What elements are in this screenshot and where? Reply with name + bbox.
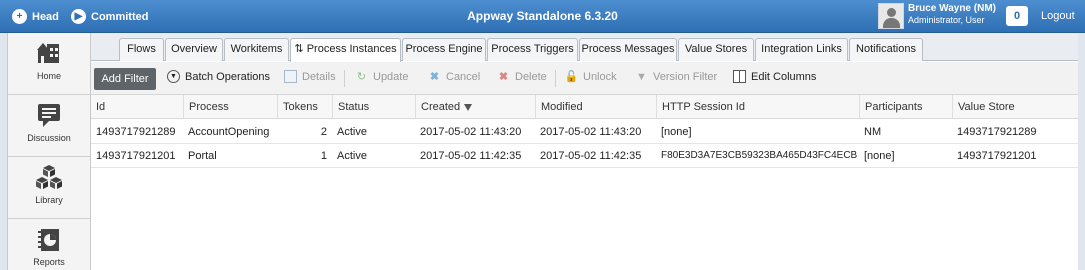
- user-role: Administrator, User: [908, 15, 985, 25]
- column-header-status[interactable]: Status: [332, 95, 415, 119]
- right-edge: [1078, 33, 1085, 270]
- table-row[interactable]: 1493717921289 AccountOpening 2 Active 20…: [91, 120, 1078, 144]
- update-button[interactable]: ↻ Update: [355, 70, 409, 84]
- delete-icon: ✖: [498, 71, 509, 83]
- cell-created: 2017-05-02 11:43:20: [420, 126, 522, 138]
- cell-http-session-id: [none]: [661, 126, 692, 138]
- cell-participants: NM: [864, 126, 882, 138]
- cell-process: Portal: [188, 150, 217, 162]
- add-filter-button[interactable]: Add Filter: [94, 68, 156, 90]
- user-name: Bruce Wayne (NM): [908, 3, 996, 14]
- tab-process-messages[interactable]: Process Messages: [579, 38, 677, 61]
- column-header-created[interactable]: Created: [415, 95, 535, 119]
- home-icon: [37, 43, 59, 63]
- filter-icon: ▼: [636, 70, 647, 83]
- avatar[interactable]: [878, 3, 904, 29]
- head-button[interactable]: + Head: [12, 9, 59, 24]
- tab-process-engine[interactable]: Process Engine: [402, 38, 486, 61]
- table-header: Id Process Tokens Status Created Modifie…: [91, 95, 1078, 119]
- logout-link[interactable]: Logout: [1041, 10, 1075, 22]
- cell-participants: [none]: [864, 150, 895, 162]
- tab-workitems[interactable]: Workitems: [224, 38, 289, 61]
- delete-button[interactable]: ✖ Delete: [497, 70, 547, 84]
- tab-overview[interactable]: Overview: [165, 38, 223, 61]
- sort-desc-icon: [464, 103, 473, 111]
- column-header-participants[interactable]: Participants: [859, 95, 952, 119]
- committed-label: Committed: [91, 10, 149, 23]
- left-edge: [0, 33, 7, 270]
- columns-icon: [733, 70, 746, 83]
- sidebar-item-label: Discussion: [27, 133, 71, 143]
- version-filter-button[interactable]: ▼ Version Filter: [635, 70, 717, 83]
- cancel-button[interactable]: ✖ Cancel: [428, 70, 480, 84]
- tab-bar: Flows Overview Workitems ⇅ Process Insta…: [91, 33, 1078, 62]
- cell-modified: 2017-05-02 11:42:35: [540, 150, 642, 162]
- cell-created: 2017-05-02 11:42:35: [420, 150, 522, 162]
- sidebar-item-label: Library: [35, 195, 63, 205]
- cell-status: Active: [337, 126, 367, 138]
- sidebar-item-reports[interactable]: Reports: [8, 219, 90, 270]
- discussion-icon: [38, 104, 60, 127]
- reports-icon: [38, 229, 59, 251]
- sidebar-item-home[interactable]: Home: [8, 33, 90, 95]
- tab-notifications[interactable]: Notifications: [849, 38, 923, 61]
- batch-operations-button[interactable]: ▼ Batch Operations: [167, 70, 270, 83]
- cell-value-store: 1493717921201: [957, 150, 1037, 162]
- cell-id: 1493717921289: [96, 126, 176, 138]
- sidebar-item-library[interactable]: Library: [8, 157, 90, 219]
- cancel-icon: ✖: [429, 71, 440, 83]
- tab-process-instances[interactable]: ⇅ Process Instances: [290, 38, 401, 62]
- edit-columns-button[interactable]: Edit Columns: [733, 70, 816, 83]
- unlock-button[interactable]: 🔓 Unlock: [564, 70, 617, 84]
- cell-value-store: 1493717921289: [957, 126, 1037, 138]
- toolbar-divider: [344, 70, 345, 87]
- cell-http-session-id: F80E3D3A7E3CB59323BA465D43FC4ECB: [661, 150, 858, 161]
- cell-status: Active: [337, 150, 367, 162]
- column-header-modified[interactable]: Modified: [535, 95, 656, 119]
- details-button[interactable]: Details: [284, 70, 336, 83]
- cell-tokens: 2: [320, 126, 327, 138]
- cell-modified: 2017-05-02 11:43:20: [540, 126, 642, 138]
- main-panel: Flows Overview Workitems ⇅ Process Insta…: [91, 33, 1078, 270]
- refresh-icon: ⇅: [294, 43, 304, 55]
- cell-id: 1493717921201: [96, 150, 176, 162]
- notification-badge[interactable]: 0: [1006, 6, 1028, 26]
- column-header-http-session-id[interactable]: HTTP Session Id: [656, 95, 859, 119]
- column-header-value-store[interactable]: Value Store: [952, 95, 1078, 119]
- tab-process-triggers[interactable]: Process Triggers: [487, 38, 578, 61]
- top-bar: + Head ▶ Committed Appway Standalone 6.3…: [0, 0, 1085, 33]
- cell-tokens: 1: [320, 150, 327, 162]
- plus-icon: +: [12, 9, 27, 24]
- lock-icon: 🔓: [564, 71, 579, 83]
- head-label: Head: [32, 10, 59, 23]
- sidebar-item-label: Home: [36, 71, 61, 81]
- update-icon: ↻: [356, 71, 367, 83]
- sidebar-item-discussion[interactable]: Discussion: [8, 95, 90, 157]
- tab-value-stores[interactable]: Value Stores: [678, 38, 754, 61]
- tab-flows[interactable]: Flows: [119, 38, 164, 61]
- tab-integration-links[interactable]: Integration Links: [755, 38, 848, 61]
- toolbar: Add Filter ▼ Batch Operations Details ↻ …: [91, 62, 1078, 95]
- cell-process: AccountOpening: [188, 126, 270, 138]
- committed-button[interactable]: ▶ Committed: [71, 9, 148, 24]
- sidebar-item-label: Reports: [33, 257, 65, 267]
- table-row[interactable]: 1493717921201 Portal 1 Active 2017-05-02…: [91, 144, 1078, 168]
- column-header-process[interactable]: Process: [183, 95, 277, 119]
- details-icon: [284, 70, 297, 83]
- toolbar-divider: [555, 70, 556, 87]
- chevron-down-circle-icon: ▼: [167, 70, 180, 83]
- sidebar: Home Discussion Library Reports: [7, 33, 91, 270]
- column-header-id[interactable]: Id: [91, 95, 183, 119]
- library-icon: [36, 165, 62, 189]
- play-icon: ▶: [71, 9, 86, 24]
- column-header-tokens[interactable]: Tokens: [277, 95, 332, 119]
